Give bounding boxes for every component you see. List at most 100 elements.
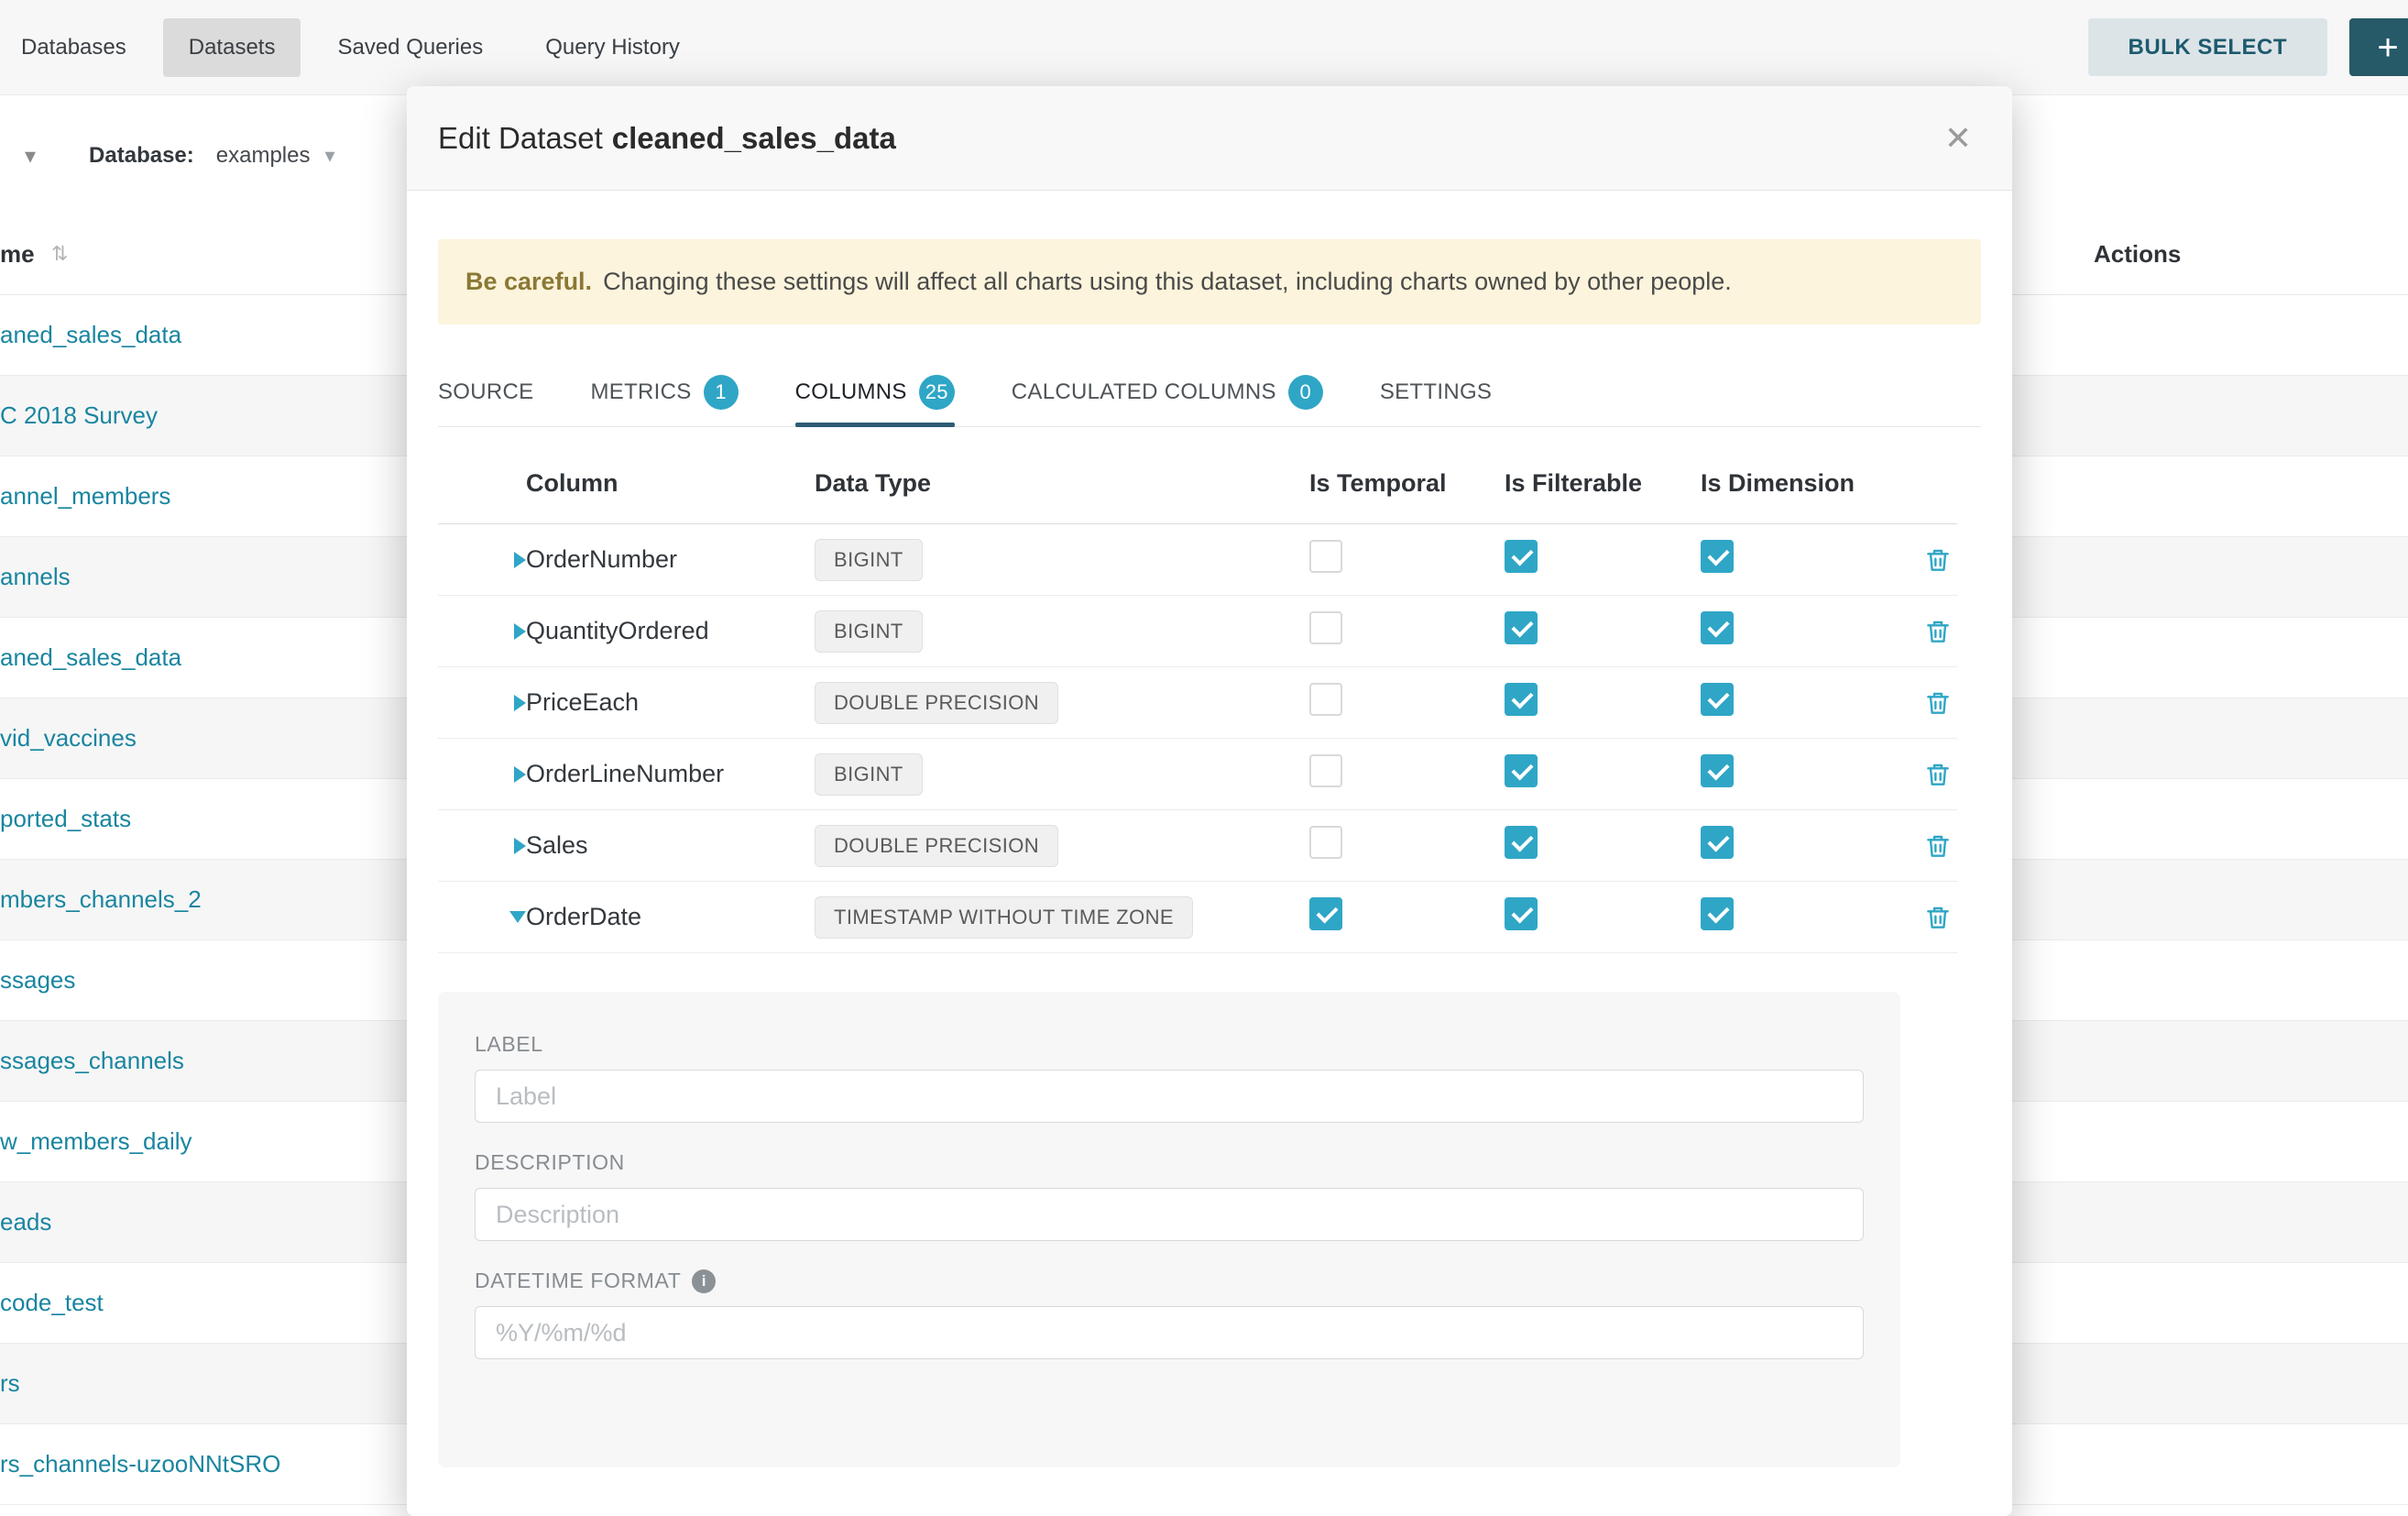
modal-header: Edit Datasetcleaned_sales_data ✕: [407, 86, 2012, 191]
expand-caret-icon[interactable]: [514, 552, 526, 568]
is-dimension-checkbox[interactable]: [1701, 754, 1734, 787]
bulk-select-button[interactable]: BULK SELECT: [2088, 18, 2328, 76]
nav-tab-saved-queries[interactable]: Saved Queries: [312, 18, 509, 77]
dataset-link[interactable]: rs_channels-uzooNNtSRO: [0, 1450, 280, 1478]
expand-caret-icon[interactable]: [514, 623, 526, 640]
description-input[interactable]: [475, 1188, 1864, 1241]
database-filter-select[interactable]: examples ▾: [216, 143, 335, 169]
expand-caret-icon[interactable]: [514, 766, 526, 783]
name-column-header[interactable]: me: [0, 240, 35, 269]
chevron-down-icon: ▾: [324, 144, 334, 168]
modal-tabs: SOURCE METRICS 1 COLUMNS25 CALCULATED COLUMN…: [438, 357, 1981, 427]
trash-icon: [1923, 545, 1953, 575]
delete-column-button[interactable]: [1921, 901, 1954, 934]
tab-label: CALCULATED COLUMNS: [1012, 379, 1276, 405]
nav-tab-datasets[interactable]: Datasets: [163, 18, 301, 77]
column-name: OrderLineNumber: [526, 760, 815, 788]
datetime-format-input[interactable]: [475, 1306, 1864, 1359]
chevron-down-icon[interactable]: ▾: [25, 143, 36, 170]
modal-title: Edit Datasetcleaned_sales_data: [438, 121, 896, 156]
label-field-label: LABEL: [475, 1032, 1864, 1057]
modal-title-dataset-name: cleaned_sales_data: [612, 121, 896, 155]
delete-column-button[interactable]: [1921, 758, 1954, 791]
tab-count-badge: 1: [704, 375, 739, 410]
dataset-link[interactable]: aned_sales_data: [0, 643, 181, 672]
tab-calculated-columns[interactable]: CALCULATED COLUMNS0: [1012, 357, 1323, 426]
close-icon[interactable]: ✕: [1944, 119, 1972, 158]
warning-text: Changing these settings will affect all …: [603, 268, 1732, 296]
is-filterable-checkbox[interactable]: [1505, 683, 1538, 716]
warning-bold-text: Be careful.: [465, 268, 592, 296]
is-dimension-checkbox[interactable]: [1701, 611, 1734, 644]
is-filterable-checkbox[interactable]: [1505, 754, 1538, 787]
dataset-link[interactable]: w_members_daily: [0, 1127, 192, 1156]
tab-source[interactable]: SOURCE: [438, 357, 533, 426]
is-temporal-checkbox[interactable]: [1309, 826, 1342, 859]
is-temporal-checkbox[interactable]: [1309, 611, 1342, 644]
database-filter-value: examples: [216, 143, 311, 169]
description-field-label: DESCRIPTION: [475, 1150, 1864, 1175]
dataset-link[interactable]: code_test: [0, 1289, 104, 1317]
is-temporal-checkbox[interactable]: [1309, 897, 1342, 930]
is-filterable-checkbox[interactable]: [1505, 540, 1538, 573]
is-filterable-checkbox[interactable]: [1505, 826, 1538, 859]
dataset-link[interactable]: ssages: [0, 966, 75, 994]
dataset-link[interactable]: annels: [0, 563, 71, 591]
delete-column-button[interactable]: [1921, 829, 1954, 862]
dataset-link[interactable]: aned_sales_data: [0, 321, 181, 349]
tab-label: SOURCE: [438, 379, 533, 405]
header-is-dimension: Is Dimension: [1701, 469, 1918, 498]
warning-banner: Be careful. Changing these settings will…: [438, 239, 1981, 324]
column-name: Sales: [526, 831, 815, 860]
nav-tabs: DatabasesDatasetsSaved QueriesQuery Hist…: [0, 18, 706, 77]
dataset-link[interactable]: ported_stats: [0, 805, 131, 833]
columns-table-body: OrderNumberBIGINTQuantityOrderedBIGINTPr…: [438, 524, 1957, 953]
is-temporal-checkbox[interactable]: [1309, 540, 1342, 573]
header-is-temporal: Is Temporal: [1309, 469, 1505, 498]
delete-column-button[interactable]: [1921, 544, 1954, 577]
columns-table: Column Data Type Is Temporal Is Filterab…: [438, 444, 1957, 953]
datetime-format-label-text: DATETIME FORMAT: [475, 1269, 681, 1293]
expand-caret-icon[interactable]: [514, 838, 526, 854]
expand-caret-icon[interactable]: [514, 695, 526, 711]
is-dimension-checkbox[interactable]: [1701, 897, 1734, 930]
column-name: QuantityOrdered: [526, 617, 815, 645]
dataset-link[interactable]: annel_members: [0, 482, 170, 511]
is-filterable-checkbox[interactable]: [1505, 611, 1538, 644]
delete-column-button[interactable]: [1921, 687, 1954, 720]
trash-icon: [1923, 688, 1953, 718]
is-dimension-checkbox[interactable]: [1701, 540, 1734, 573]
label-input[interactable]: [475, 1070, 1864, 1123]
columns-table-header: Column Data Type Is Temporal Is Filterab…: [438, 444, 1957, 524]
collapse-caret-icon[interactable]: [509, 911, 526, 923]
add-button[interactable]: +: [2349, 18, 2408, 76]
info-icon[interactable]: i: [692, 1269, 716, 1293]
tab-metrics[interactable]: METRICS 1: [590, 357, 738, 426]
header-column: Column: [526, 469, 815, 498]
is-temporal-checkbox[interactable]: [1309, 754, 1342, 787]
dataset-link[interactable]: eads: [0, 1208, 51, 1236]
delete-column-button[interactable]: [1921, 615, 1954, 648]
tab-label: METRICS: [590, 379, 691, 405]
nav-tab-databases[interactable]: Databases: [0, 18, 152, 77]
dataset-link[interactable]: mbers_channels_2: [0, 885, 202, 914]
data-type-pill: TIMESTAMP WITHOUT TIME ZONE: [815, 896, 1193, 939]
is-temporal-checkbox[interactable]: [1309, 683, 1342, 716]
column-row: QuantityOrderedBIGINT: [438, 596, 1957, 667]
dataset-link[interactable]: C 2018 Survey: [0, 401, 158, 430]
dataset-link[interactable]: ssages_channels: [0, 1047, 184, 1075]
dataset-link[interactable]: rs: [0, 1369, 20, 1398]
is-filterable-checkbox[interactable]: [1505, 897, 1538, 930]
sort-icon[interactable]: ⇅: [51, 242, 68, 266]
tab-label: SETTINGS: [1380, 379, 1492, 405]
tab-columns[interactable]: COLUMNS25: [795, 357, 955, 426]
header-is-filterable: Is Filterable: [1505, 469, 1701, 498]
nav-tab-query-history[interactable]: Query History: [520, 18, 706, 77]
column-name: OrderDate: [526, 903, 815, 931]
top-nav: DatabasesDatasetsSaved QueriesQuery Hist…: [0, 0, 2408, 95]
dataset-link[interactable]: vid_vaccines: [0, 724, 137, 753]
tab-settings[interactable]: SETTINGS: [1380, 357, 1492, 426]
is-dimension-checkbox[interactable]: [1701, 683, 1734, 716]
is-dimension-checkbox[interactable]: [1701, 826, 1734, 859]
data-type-pill: DOUBLE PRECISION: [815, 825, 1058, 867]
